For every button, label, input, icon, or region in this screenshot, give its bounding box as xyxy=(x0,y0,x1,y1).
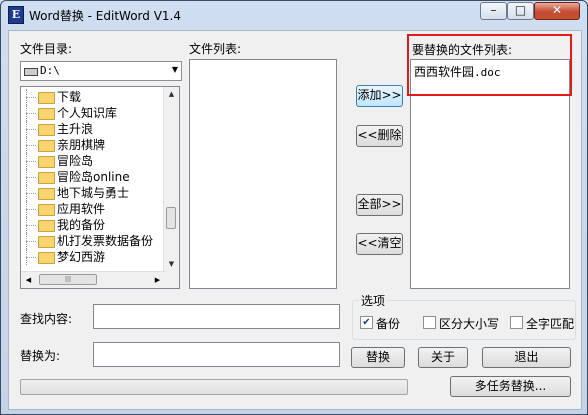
tree-item-label: 我的备份 xyxy=(57,218,106,232)
checkbox-empty-icon[interactable] xyxy=(510,316,523,329)
drive-select[interactable]: D:\ ▼ xyxy=(20,61,182,81)
replace-button[interactable]: 替换 xyxy=(351,347,405,368)
backup-label: 备份 xyxy=(376,317,401,331)
find-input[interactable] xyxy=(93,304,340,329)
folder-icon xyxy=(38,188,55,200)
tree-item[interactable]: 冒险岛 xyxy=(23,153,163,169)
folder-icon xyxy=(38,252,55,264)
dir-label: 文件目录: xyxy=(20,42,73,56)
drive-icon xyxy=(24,68,38,76)
tree-item[interactable]: 地下城与勇士 xyxy=(23,185,163,201)
checkbox-check-icon[interactable]: ✔ xyxy=(360,316,373,329)
replace-file-list[interactable] xyxy=(410,59,570,289)
tree-item[interactable]: 亲朋棋牌 xyxy=(23,137,163,153)
scroll-left-icon[interactable]: ◀ xyxy=(21,272,36,288)
tree-item-label: 地下城与勇士 xyxy=(57,186,130,200)
find-label: 查找内容: xyxy=(20,312,73,326)
file-list[interactable] xyxy=(189,59,337,289)
match-case-label: 区分大小写 xyxy=(439,317,500,331)
folder-tree[interactable]: 下载个人知识库主升浪亲朋棋牌冒险岛冒险岛online 地下城与勇士 应用软件我的备份… xyxy=(20,86,180,289)
tree-line xyxy=(26,113,36,114)
tree-item[interactable]: 机打发票数据备份 xyxy=(23,233,163,249)
maximize-button[interactable]: □ xyxy=(507,2,534,20)
scroll-down-icon[interactable]: ▼ xyxy=(164,257,179,272)
tree-item[interactable]: 我的备份 xyxy=(23,217,163,233)
scroll-thumb[interactable] xyxy=(166,207,176,229)
main-window: E Word替换 - EditWord V1.4 – □ ✕ 文件目录: D:\… xyxy=(0,0,588,415)
tree-item-label: 冒险岛online xyxy=(57,170,130,184)
folder-icon xyxy=(38,92,55,104)
scroll-thumb-horizontal[interactable]: ||| xyxy=(39,274,97,285)
whole-word-label: 全字匹配 xyxy=(526,317,575,331)
add-all-button[interactable]: 全部>> xyxy=(356,194,403,216)
tree-line xyxy=(26,161,36,162)
file-ext: .doc xyxy=(474,66,501,79)
scroll-right-icon[interactable]: ▶ xyxy=(150,272,165,288)
file-list-label: 文件列表: xyxy=(189,42,242,56)
add-button[interactable]: 添加>> xyxy=(356,85,403,107)
tree-item-label: 主升浪 xyxy=(57,122,94,136)
folder-icon xyxy=(38,236,55,248)
tree-horizontal-scrollbar[interactable]: ◀ ||| ▶ xyxy=(21,271,165,288)
scroll-up-icon[interactable]: ▲ xyxy=(164,87,179,102)
replace-list-label: 要替换的文件列表: xyxy=(412,43,513,57)
about-button[interactable]: 关于 xyxy=(418,347,468,368)
chevron-down-icon[interactable]: ▼ xyxy=(172,65,178,74)
tree-line xyxy=(26,241,36,242)
minimize-button[interactable]: – xyxy=(480,2,507,20)
folder-icon xyxy=(38,156,55,168)
exit-button[interactable]: 退出 xyxy=(482,347,571,368)
tree-item-label: 下载 xyxy=(57,90,82,104)
tree-item[interactable]: 冒险岛online xyxy=(23,169,163,185)
app-icon: E xyxy=(8,6,24,24)
folder-icon xyxy=(38,172,55,184)
list-item[interactable]: 西西软件园.doc xyxy=(414,63,501,80)
tree-item[interactable]: 下载 xyxy=(23,89,163,105)
tree-item[interactable]: 个人知识库 xyxy=(23,105,163,121)
folder-icon xyxy=(38,140,55,152)
tree-line xyxy=(26,145,36,146)
file-name: 西西软件园 xyxy=(414,65,475,79)
tree-item-label: 冒险岛 xyxy=(57,154,94,168)
tree-item-label: 机打发票数据备份 xyxy=(57,234,154,248)
tree-line xyxy=(26,209,36,210)
tree-item-label: 亲朋棋牌 xyxy=(57,138,106,152)
tree-item[interactable]: 应用软件 xyxy=(23,201,163,217)
folder-icon xyxy=(38,108,55,120)
close-button[interactable]: ✕ xyxy=(534,2,580,20)
window-title: Word替换 - EditWord V1.4 xyxy=(29,9,181,23)
client-area: 文件目录: D:\ ▼ 下载个人知识库主升浪亲朋棋牌冒险岛冒险岛online 地下… xyxy=(8,30,582,410)
tree-item[interactable]: 梦幻西游 xyxy=(23,249,163,265)
scroll-corner xyxy=(164,272,179,288)
tree-line xyxy=(26,129,36,130)
tree-line xyxy=(26,193,36,194)
tree-line xyxy=(26,177,36,178)
tree-line xyxy=(26,225,36,226)
tree-line xyxy=(26,257,36,258)
multitask-replace-button[interactable]: 多任务替换... xyxy=(450,376,571,397)
replace-input[interactable] xyxy=(93,342,340,367)
folder-icon xyxy=(38,204,55,216)
checkbox-empty-icon[interactable] xyxy=(423,316,436,329)
remove-button[interactable]: <<删除 xyxy=(356,125,403,147)
tree-line xyxy=(26,97,36,98)
options-label: 选项 xyxy=(359,292,388,309)
tree-item-label: 梦幻西游 xyxy=(57,250,106,264)
drive-value: D:\ xyxy=(40,64,60,77)
folder-icon xyxy=(38,220,55,232)
tree-item-label: 应用软件 xyxy=(57,202,106,216)
replace-with-label: 替换为: xyxy=(20,349,61,363)
options-group: 选项 ✔ 备份 区分大小写 全字匹配 xyxy=(352,292,576,340)
tree-item[interactable]: 主升浪 xyxy=(23,121,163,137)
tree-item-label: 个人知识库 xyxy=(57,106,118,120)
tree-vertical-scrollbar[interactable]: ▲ ▼ xyxy=(163,87,179,272)
folder-icon xyxy=(38,124,55,136)
progress-bar xyxy=(20,379,408,395)
clear-button[interactable]: <<清空 xyxy=(356,233,403,255)
title-bar[interactable]: E Word替换 - EditWord V1.4 – □ ✕ xyxy=(1,1,587,27)
